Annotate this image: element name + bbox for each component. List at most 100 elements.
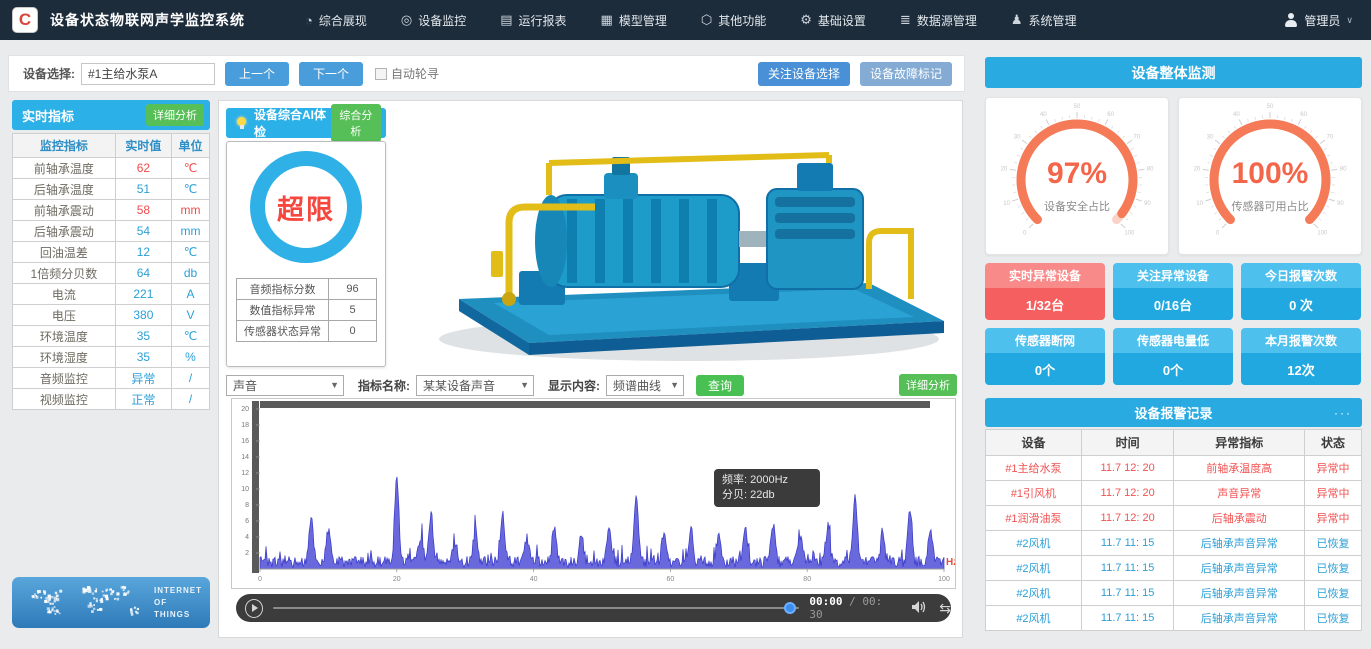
auto-cycle-label: 自动轮寻 — [391, 65, 439, 82]
ai-analyze-button[interactable]: 综合分析 — [331, 104, 381, 142]
spectrum-chart[interactable]: 2018161412108642020406080100Hz 频率: 2000H… — [231, 398, 956, 589]
prev-device-button[interactable]: 上一个 — [225, 62, 289, 86]
ai-score-name: 数值指标异常 — [237, 300, 329, 321]
audio-detail-button[interactable]: 详细分析 — [899, 374, 957, 396]
alarm-col-header: 状态 — [1305, 430, 1362, 456]
stat-card[interactable]: 传感器断网0个 — [985, 328, 1105, 385]
alarm-time: 11.7 11: 15 — [1081, 606, 1174, 631]
realtime-panel-header: 实时指标 详细分析 — [12, 100, 210, 130]
ai-score-row: 音频指标分数96 — [237, 279, 377, 300]
realtime-row: 电压380V — [13, 305, 210, 326]
gauge-row: 010203040506070809010097%设备安全占比010203040… — [985, 97, 1362, 255]
realtime-col-header: 单位 — [171, 134, 209, 158]
system-admin-icon: ♟ — [1011, 12, 1023, 28]
app-logo: C — [12, 7, 38, 33]
fault-mark-button[interactable]: 设备故障标记 — [860, 62, 952, 86]
realtime-detail-button[interactable]: 详细分析 — [146, 104, 204, 126]
device-select-label: 设备选择: — [23, 65, 75, 82]
metric-value: 35 — [115, 326, 171, 347]
next-device-button[interactable]: 下一个 — [299, 62, 363, 86]
metric-unit: mm — [171, 200, 209, 221]
dashboard-icon: ◔ — [305, 13, 313, 28]
svg-text:40: 40 — [1233, 112, 1240, 118]
nav-item-5[interactable]: ⬡其他功能 — [701, 12, 766, 29]
bulb-icon — [235, 117, 246, 129]
chart-tooltip: 频率: 2000Hz 分贝: 22db — [714, 469, 820, 507]
auto-cycle-checkbox[interactable] — [375, 68, 387, 80]
realtime-row: 环境湿度35% — [13, 347, 210, 368]
audio-type-select[interactable]: 声音▼ — [226, 375, 344, 396]
realtime-col-header: 监控指标 — [13, 134, 116, 158]
metric-value: 35 — [115, 347, 171, 368]
alarm-status: 已恢复 — [1305, 556, 1362, 581]
overview-panel: 设备整体监测 010203040506070809010097%设备安全占比01… — [985, 57, 1362, 88]
svg-text:90: 90 — [1144, 201, 1151, 207]
svg-text:70: 70 — [1327, 135, 1334, 141]
metric-name: 电流 — [13, 284, 116, 305]
play-button[interactable] — [245, 599, 263, 618]
stat-card[interactable]: 关注异常设备0/16台 — [1113, 263, 1233, 320]
stat-card[interactable]: 本月报警次数12次 — [1241, 328, 1361, 385]
alarm-col-header: 异常指标 — [1174, 430, 1305, 456]
volume-icon[interactable] — [911, 600, 927, 617]
seek-bar[interactable] — [273, 607, 799, 609]
chart-scrollbar-horizontal[interactable] — [260, 401, 930, 408]
metric-name: 前轴承震动 — [13, 200, 116, 221]
nav-item-label: 运行报表 — [519, 12, 567, 29]
realtime-row: 视频监控正常/ — [13, 389, 210, 410]
stat-card-title: 实时异常设备 — [985, 263, 1105, 288]
metric-unit: ℃ — [171, 179, 209, 200]
nav-item-8[interactable]: ♟系统管理 — [1011, 12, 1077, 29]
query-button[interactable]: 查询 — [696, 375, 744, 396]
nav-item-label: 设备监控 — [418, 12, 466, 29]
ai-status-text: 超限 — [277, 188, 335, 227]
svg-text:4: 4 — [245, 534, 249, 541]
iot-banner-text: THINGS — [154, 610, 190, 619]
follow-device-button[interactable]: 关注设备选择 — [758, 62, 850, 86]
nav-item-4[interactable]: ▦模型管理 — [601, 12, 667, 29]
realtime-row: 前轴承震动58mm — [13, 200, 210, 221]
alarm-status: 异常中 — [1305, 481, 1362, 506]
alarm-status: 已恢复 — [1305, 606, 1362, 631]
metric-unit: % — [171, 347, 209, 368]
stat-card[interactable]: 实时异常设备1/32台 — [985, 263, 1105, 320]
metric-value: 异常 — [115, 368, 171, 389]
metric-unit: db — [171, 263, 209, 284]
metric-unit: / — [171, 368, 209, 389]
nav-item-3[interactable]: ▤运行报表 — [500, 12, 566, 29]
stat-card-value: 0个 — [985, 353, 1105, 385]
overview-title: 设备整体监测 — [1132, 63, 1216, 83]
metric-value: 58 — [115, 200, 171, 221]
x-axis-unit-label: Hz — [946, 557, 955, 568]
realtime-row: 音频监控异常/ — [13, 368, 210, 389]
display-content-select[interactable]: 频谱曲线▼ — [606, 375, 684, 396]
stat-card-title: 本月报警次数 — [1241, 328, 1361, 353]
loop-icon[interactable]: ⇆ — [939, 600, 951, 617]
realtime-col-header: 实时值 — [115, 134, 171, 158]
alarm-time: 11.7 11: 15 — [1081, 531, 1174, 556]
stat-card[interactable]: 传感器电量低0个 — [1113, 328, 1233, 385]
metric-unit: A — [171, 284, 209, 305]
nav-item-7[interactable]: ≣数据源管理 — [900, 12, 977, 29]
ai-status-ring: 超限 — [250, 151, 362, 263]
alarm-table-header: 设备时间异常指标状态 — [986, 430, 1362, 456]
metric-name: 音频监控 — [13, 368, 116, 389]
nav-item-1[interactable]: ◔ 综合展现 — [305, 12, 367, 29]
stat-card-value: 0 次 — [1241, 288, 1361, 320]
chart-scrollbar-vertical[interactable] — [252, 401, 259, 573]
realtime-row: 环境温度35℃ — [13, 326, 210, 347]
alarm-time: 11.7 12: 20 — [1081, 481, 1174, 506]
device-select-input[interactable] — [81, 63, 215, 85]
realtime-table-header: 监控指标实时值单位 — [13, 134, 210, 158]
seek-knob[interactable] — [784, 602, 796, 614]
metric-name-select[interactable]: 某某设备声音▼ — [416, 375, 534, 396]
alarm-more-button[interactable]: ··· — [1334, 406, 1352, 420]
nav-item-label: 综合展现 — [319, 12, 367, 29]
stat-card[interactable]: 今日报警次数0 次 — [1241, 263, 1361, 320]
alarm-col-header: 时间 — [1081, 430, 1174, 456]
ai-check-header: 设备综合AI体检 综合分析 — [226, 108, 386, 138]
spectrum-canvas[interactable]: 2018161412108642020406080100Hz — [232, 399, 955, 588]
nav-item-6[interactable]: ⚙基础设置 — [800, 12, 866, 29]
user-menu[interactable]: 管理员 ∨ — [1284, 12, 1353, 29]
nav-item-2[interactable]: ◎设备监控 — [401, 12, 466, 29]
